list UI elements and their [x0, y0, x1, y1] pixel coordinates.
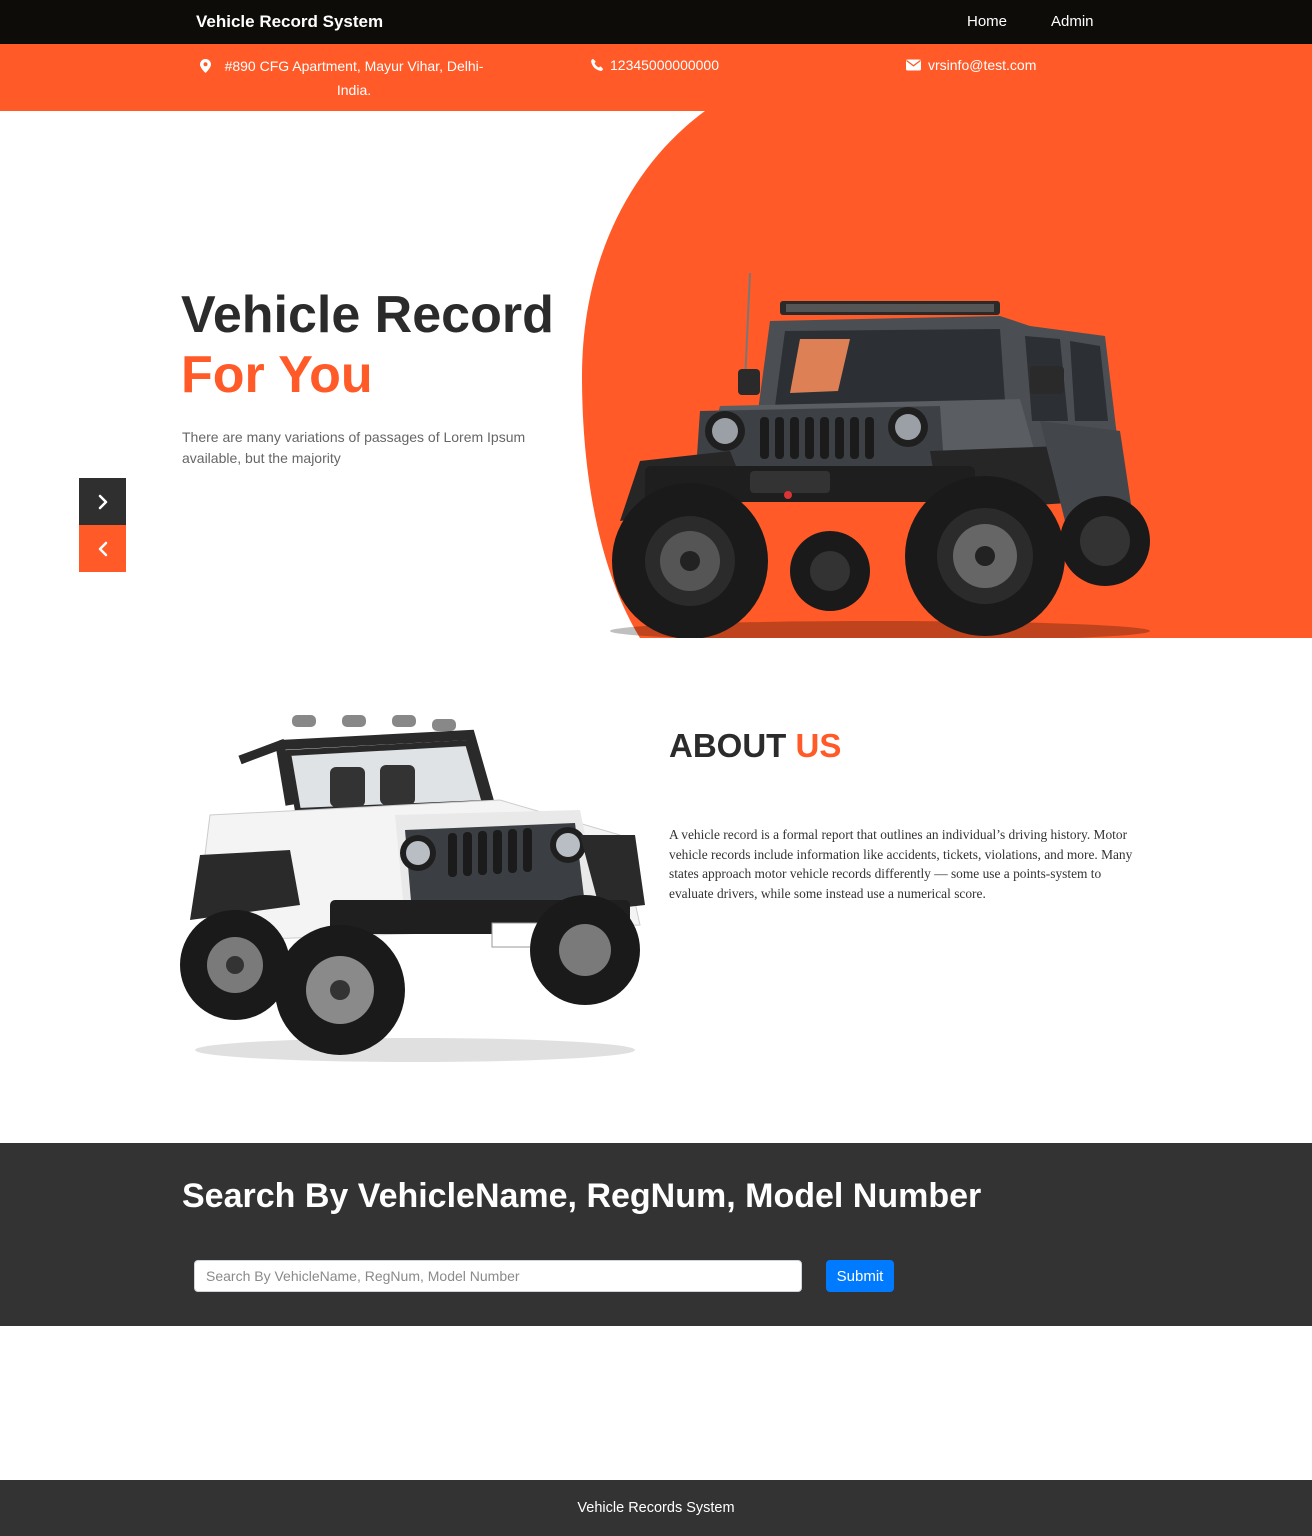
- phone-icon: [591, 59, 603, 71]
- about-title: ABOUT US: [669, 727, 841, 765]
- address-text: #890 CFG Apartment, Mayur Vihar, Delhi-I…: [224, 58, 484, 98]
- submit-button[interactable]: Submit: [826, 1260, 894, 1292]
- hero-description: There are many variations of passages of…: [182, 429, 526, 466]
- envelope-icon: [906, 59, 921, 71]
- slider-next-button[interactable]: [79, 478, 126, 525]
- search-title: Search By VehicleName, RegNum, Model Num…: [182, 1177, 982, 1215]
- navbar: Vehicle Record System Home Admin: [0, 0, 1312, 44]
- about-title-part2: US: [795, 727, 842, 764]
- footer-text: Vehicle Records System: [577, 1500, 735, 1516]
- chevron-right-icon: [98, 494, 107, 509]
- hero-jeep-image: [610, 272, 1150, 638]
- hero-section: Vehicle Record For You There are many va…: [0, 111, 1312, 638]
- about-jeep-image: [180, 715, 645, 1062]
- phone-text: 12345000000000: [610, 57, 720, 73]
- hero-title: Vehicle Record For You: [181, 285, 554, 405]
- nav-link-home[interactable]: Home: [967, 13, 1007, 30]
- search-section: Search By VehicleName, RegNum, Model Num…: [0, 1143, 1312, 1326]
- about-title-part1: ABOUT: [669, 727, 787, 764]
- search-input[interactable]: [194, 1260, 802, 1292]
- contact-info-bar: #890 CFG Apartment, Mayur Vihar, Delhi-I…: [0, 44, 1312, 111]
- nav-link-admin[interactable]: Admin: [1051, 13, 1094, 30]
- hero-title-line1: Vehicle Record: [181, 286, 554, 344]
- slider-prev-button[interactable]: [79, 525, 126, 572]
- email-text: vrsinfo@test.com: [928, 57, 1037, 73]
- contact-phone: 12345000000000: [591, 57, 719, 73]
- about-text: A vehicle record is a formal report that…: [669, 827, 1133, 901]
- brand-title[interactable]: Vehicle Record System: [196, 12, 383, 32]
- map-marker-icon: [200, 59, 211, 73]
- footer: Vehicle Records System: [0, 1480, 1312, 1536]
- hero-title-line2: For You: [181, 346, 373, 404]
- contact-address: #890 CFG Apartment, Mayur Vihar, Delhi-I…: [200, 57, 490, 102]
- contact-email: vrsinfo@test.com: [906, 57, 1036, 73]
- chevron-left-icon: [98, 541, 107, 556]
